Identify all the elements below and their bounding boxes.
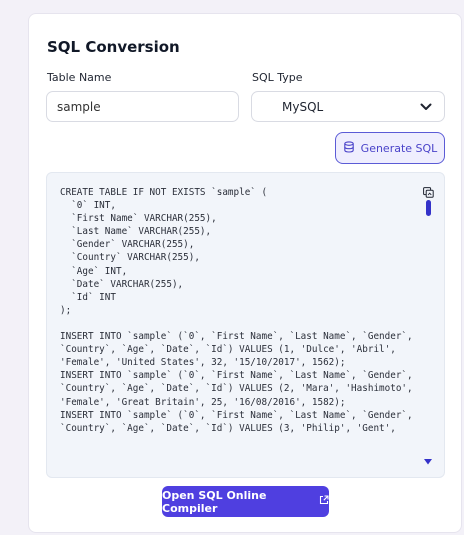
external-link-icon bbox=[319, 495, 329, 508]
sql-output-text: CREATE TABLE IF NOT EXISTS `sample` ( `0… bbox=[60, 187, 413, 434]
chevron-down-icon bbox=[420, 100, 432, 114]
scrollbar-thumb[interactable] bbox=[426, 200, 431, 216]
sql-type-value: MySQL bbox=[282, 99, 324, 114]
scroll-down-arrow-icon[interactable] bbox=[424, 450, 432, 469]
generate-sql-button[interactable]: Generate SQL bbox=[335, 132, 445, 164]
sql-type-label: SQL Type bbox=[252, 71, 303, 84]
open-sql-compiler-label: Open SQL Online Compiler bbox=[162, 488, 267, 515]
sql-output[interactable]: CREATE TABLE IF NOT EXISTS `sample` ( `0… bbox=[46, 172, 445, 478]
page-title: SQL Conversion bbox=[47, 38, 180, 56]
sql-conversion-card: SQL Conversion Table Name SQL Type MySQL… bbox=[28, 13, 462, 533]
table-name-input[interactable] bbox=[46, 91, 239, 122]
database-icon bbox=[343, 140, 355, 156]
table-name-label: Table Name bbox=[47, 71, 112, 84]
open-sql-compiler-button[interactable]: Open SQL Online Compiler bbox=[162, 486, 329, 517]
sql-type-select[interactable]: MySQL bbox=[251, 91, 445, 122]
generate-sql-label: Generate SQL bbox=[360, 141, 438, 155]
